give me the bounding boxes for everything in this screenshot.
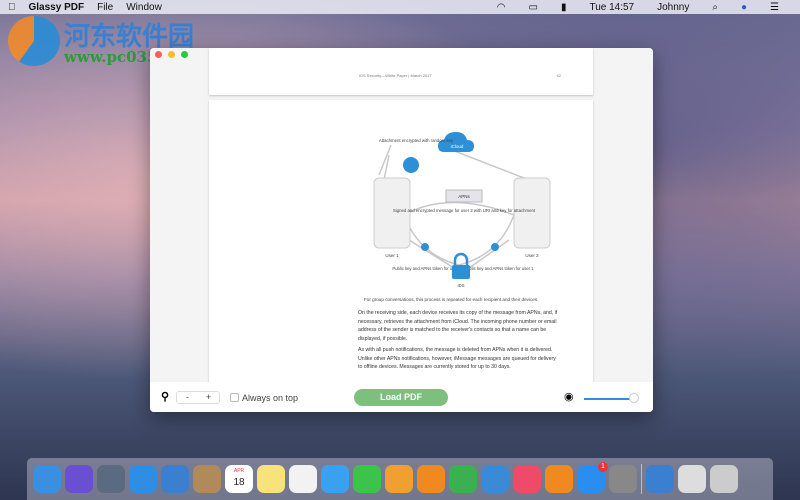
svg-text:User 2: User 2 bbox=[525, 253, 539, 258]
calendar-month: APR bbox=[233, 468, 245, 474]
dock-photos-icon[interactable] bbox=[385, 465, 413, 493]
zoom-stepper[interactable]: - + bbox=[176, 391, 220, 404]
dock-app-store-icon[interactable]: 1 bbox=[577, 462, 608, 493]
always-on-top-checkbox[interactable] bbox=[230, 393, 239, 402]
dock-messages-icon[interactable] bbox=[321, 465, 349, 493]
window-controls bbox=[155, 51, 188, 58]
dock-siri-icon[interactable] bbox=[65, 465, 93, 493]
lock-icon bbox=[452, 265, 470, 279]
calendar-day: 18 bbox=[233, 477, 245, 488]
dock-mail-icon[interactable] bbox=[161, 465, 189, 493]
svg-text:APNs: APNs bbox=[458, 194, 470, 199]
appstore-badge: 1 bbox=[598, 462, 608, 472]
page-number: 42 bbox=[556, 73, 561, 78]
menu-window[interactable]: Window bbox=[126, 2, 162, 13]
dock-system-preferences-icon[interactable] bbox=[609, 465, 637, 493]
iphone-icon bbox=[373, 177, 411, 249]
dock-pages-icon[interactable] bbox=[417, 465, 445, 493]
dock-calendar-icon[interactable]: APR 18 bbox=[225, 465, 253, 493]
dock-notes-icon[interactable] bbox=[257, 465, 285, 493]
always-on-top-label[interactable]: Always on top bbox=[242, 393, 298, 403]
opacity-slider[interactable] bbox=[584, 398, 634, 400]
zoom-in-button[interactable]: + bbox=[198, 392, 219, 403]
dock-keynote-icon[interactable] bbox=[481, 465, 509, 493]
svg-text:Public key and APNs token for: Public key and APNs token for user 1 bbox=[464, 266, 534, 271]
zoom-out-button[interactable]: - bbox=[177, 392, 198, 403]
wifi-icon[interactable]: ◠ bbox=[497, 2, 506, 13]
dock-launchpad-icon[interactable] bbox=[97, 465, 125, 493]
load-pdf-button[interactable]: Load PDF bbox=[354, 389, 448, 406]
dock-reminders-icon[interactable] bbox=[289, 465, 317, 493]
dock-ibooks-icon[interactable] bbox=[545, 465, 573, 493]
pdf-page: iCloud Attachment encrypted with random … bbox=[209, 100, 593, 382]
clock[interactable]: Tue 14:57 bbox=[589, 2, 634, 13]
dock-facetime-icon[interactable] bbox=[353, 465, 381, 493]
eye-icon: ◉ bbox=[564, 391, 574, 403]
svg-text:Signed and encrypted message f: Signed and encrypted message for user 2 … bbox=[393, 208, 536, 213]
notification-center-icon[interactable]: ☰ bbox=[770, 2, 779, 13]
iphone-icon bbox=[513, 177, 551, 249]
dock-finder-icon[interactable] bbox=[33, 465, 61, 493]
pdf-page: iOS Security—White Paper | March 2017 42 bbox=[209, 48, 593, 95]
dock-numbers-icon[interactable] bbox=[449, 465, 477, 493]
zoom-button[interactable] bbox=[181, 51, 188, 58]
paragraph: On the receiving side, each device recei… bbox=[358, 310, 558, 342]
watermark-logo-icon bbox=[8, 16, 60, 66]
dock-contacts-icon[interactable] bbox=[193, 465, 221, 493]
close-button[interactable] bbox=[155, 51, 162, 58]
diagram: iCloud Attachment encrypted with random … bbox=[373, 132, 551, 288]
pdf-viewer[interactable]: iOS Security—White Paper | March 2017 42… bbox=[150, 48, 653, 382]
dock-preview-icon[interactable] bbox=[678, 465, 706, 493]
dock-safari-icon[interactable] bbox=[129, 465, 157, 493]
paragraph: As with all push notifications, the mess… bbox=[358, 347, 556, 370]
battery-icon[interactable]: ▮ bbox=[561, 2, 567, 13]
menu-file[interactable]: File bbox=[97, 2, 113, 13]
key-icon bbox=[491, 243, 499, 251]
key-icon bbox=[403, 157, 419, 173]
opacity-slider-knob[interactable] bbox=[629, 393, 639, 403]
magnifier-icon: ⚲ bbox=[161, 391, 170, 403]
svg-text:User 1: User 1 bbox=[385, 253, 399, 258]
figure-caption: For group conversations, this process is… bbox=[364, 297, 539, 302]
svg-text:iCloud: iCloud bbox=[451, 144, 464, 149]
airplay-icon[interactable]: ▭ bbox=[528, 2, 537, 13]
dock-glassy-pdf-icon[interactable] bbox=[646, 465, 674, 493]
menu-app[interactable]: Glassy PDF bbox=[29, 2, 85, 13]
dock-trash-icon[interactable] bbox=[710, 465, 738, 493]
toolbar: ⚲ - + Always on top Load PDF ◉ bbox=[150, 382, 653, 412]
spotlight-icon[interactable]: ⌕ bbox=[712, 2, 718, 13]
page-header: iOS Security—White Paper | March 2017 bbox=[359, 73, 432, 78]
siri-icon[interactable]: ● bbox=[741, 2, 747, 13]
user-menu[interactable]: Johnny bbox=[657, 2, 689, 13]
apple-menu-icon[interactable]:  bbox=[8, 2, 16, 13]
svg-text:IDS: IDS bbox=[458, 283, 465, 288]
minimize-button[interactable] bbox=[168, 51, 175, 58]
dock: APR 18 1 bbox=[27, 458, 773, 500]
dock-itunes-icon[interactable] bbox=[513, 465, 541, 493]
key-icon bbox=[421, 243, 429, 251]
svg-text:Public key and APNs token for: Public key and APNs token for user 2 bbox=[392, 266, 462, 271]
svg-text:Attachment encrypted with rand: Attachment encrypted with random key bbox=[379, 138, 454, 143]
glassy-pdf-window: iOS Security—White Paper | March 2017 42… bbox=[150, 48, 653, 412]
menu-bar:  Glassy PDF File Window ◠ ▭ ▮ Tue 14:57… bbox=[0, 0, 800, 14]
